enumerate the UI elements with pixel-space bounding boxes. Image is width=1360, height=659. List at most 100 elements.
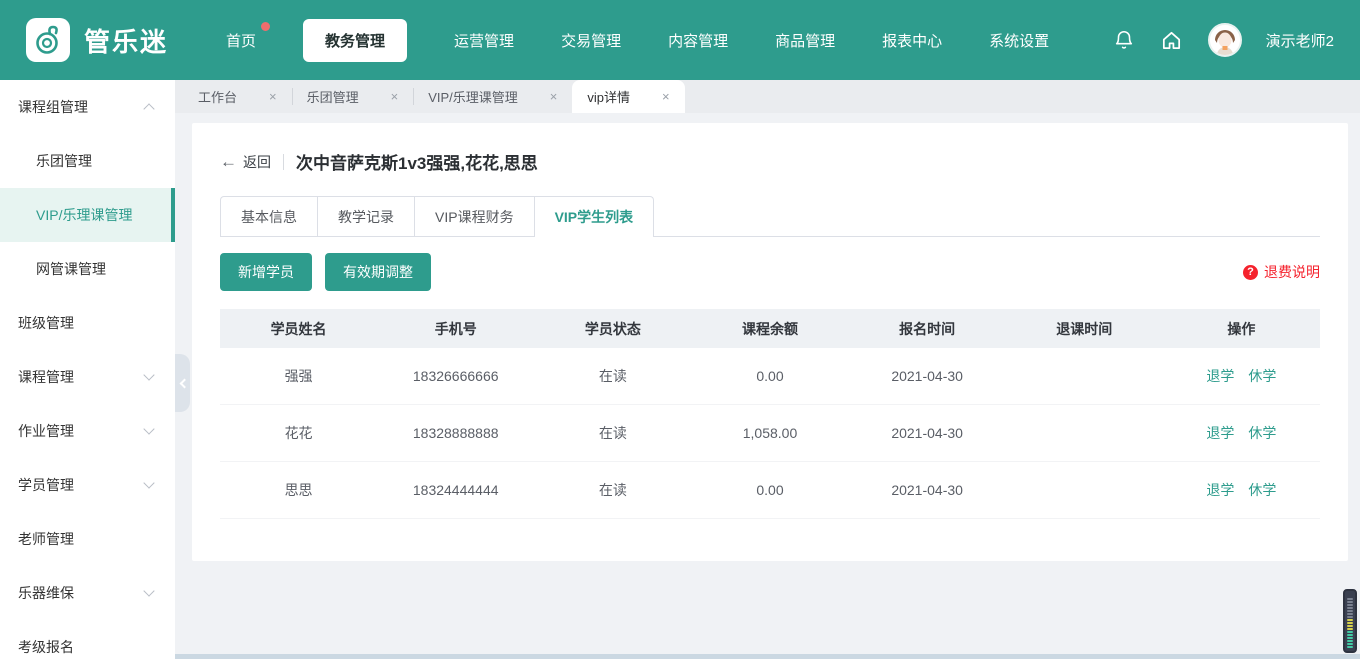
drop-out-link[interactable]: 退学 [1206,480,1234,500]
sidebar-item-course-mgmt[interactable]: 课程管理 [0,350,175,404]
tab-label: 工作台 [198,87,237,106]
sidebar-item-class-mgmt[interactable]: 班级管理 [0,296,175,350]
sidebar-item-vip-theory-mgmt[interactable]: VIP/乐理课管理 [0,188,175,242]
cell-status: 在读 [534,480,691,500]
question-icon: ? [1243,265,1258,280]
tuba-logo-icon [31,23,65,57]
cell-status: 在读 [534,366,691,386]
user-name[interactable]: 演示老师2 [1266,30,1334,51]
cell-enroll-date: 2021-04-30 [849,482,1006,498]
refund-policy-label: 退费说明 [1264,262,1320,282]
app-logo[interactable] [26,18,70,62]
table-header: 学员姓名 手机号 学员状态 课程余额 报名时间 退课时间 操作 [220,309,1320,348]
drop-out-link[interactable]: 退学 [1206,423,1234,443]
sidebar-item-label: 乐器维保 [18,583,74,603]
chevron-down-icon [143,477,154,488]
toolbar: 新增学员 有效期调整 ? 退费说明 [220,253,1320,291]
close-icon[interactable]: × [269,89,277,104]
tab-vip-course-finance[interactable]: VIP课程财务 [415,196,535,236]
cell-student-name: 思思 [220,480,377,500]
audio-level-meter [1343,589,1357,653]
nav-item-reports[interactable]: 报表中心 [882,30,942,51]
nav-item-content[interactable]: 内容管理 [668,30,728,51]
suspend-link[interactable]: 休学 [1248,423,1276,443]
sidebar-item-homework-mgmt[interactable]: 作业管理 [0,404,175,458]
sidebar-item-exam-registration[interactable]: 考级报名 [0,620,175,659]
nav-item-settings[interactable]: 系统设置 [989,30,1049,51]
nav-item-academic-admin[interactable]: 教务管理 [303,19,407,62]
tab-vip-detail[interactable]: vip详情 × [572,80,684,113]
cell-balance: 0.00 [691,482,848,498]
main-content: ← 返回 次中音萨克斯1v3强强,花花,思思 基本信息 教学记录 VIP课程财务… [175,113,1360,659]
adjust-validity-button[interactable]: 有效期调整 [325,253,431,291]
cell-actions: 退学 休学 [1163,480,1320,500]
cell-student-name: 强强 [220,366,377,386]
back-arrow-icon: ← [220,152,237,172]
cell-actions: 退学 休学 [1163,366,1320,386]
brand-name: 管乐迷 [84,22,168,59]
suspend-link[interactable]: 休学 [1248,366,1276,386]
divider [283,154,284,170]
suspend-link[interactable]: 休学 [1248,480,1276,500]
toolbar-buttons: 新增学员 有效期调整 [220,253,431,291]
sidebar-item-label: 作业管理 [18,421,74,441]
drop-out-link[interactable]: 退学 [1206,366,1234,386]
col-balance: 课程余额 [691,319,848,339]
sidebar-item-teacher-mgmt[interactable]: 老师管理 [0,512,175,566]
cell-balance: 1,058.00 [691,425,848,441]
tab-label: 乐团管理 [307,87,359,106]
sidebar-item-label: 学员管理 [18,475,74,495]
user-avatar[interactable] [1208,23,1242,57]
tab-vip-theory-mgmt[interactable]: VIP/乐理课管理 × [413,80,572,113]
main-nav: 首页 教务管理 运营管理 交易管理 内容管理 商品管理 报表中心 系统设置 [226,19,1049,62]
nav-item-label: 首页 [226,33,256,50]
nav-item-operations[interactable]: 运营管理 [454,30,514,51]
notification-dot [261,22,270,31]
sidebar-item-student-mgmt[interactable]: 学员管理 [0,458,175,512]
sidebar-item-course-groups[interactable]: 课程组管理 [0,80,175,134]
cell-student-name: 花花 [220,423,377,443]
open-tabs-bar: 工作台 × 乐团管理 × VIP/乐理课管理 × vip详情 × [175,80,1360,113]
col-status: 学员状态 [534,319,691,339]
tab-vip-student-list[interactable]: VIP学生列表 [535,196,655,236]
sidebar-item-online-course-mgmt[interactable]: 网管课管理 [0,242,175,296]
cell-enroll-date: 2021-04-30 [849,368,1006,384]
chevron-down-icon [143,585,154,596]
cell-enroll-date: 2021-04-30 [849,425,1006,441]
tab-band-mgmt[interactable]: 乐团管理 × [292,80,414,113]
detail-tabs: 基本信息 教学记录 VIP课程财务 VIP学生列表 [220,196,1320,237]
col-quit-date: 退课时间 [1006,319,1163,339]
close-icon[interactable]: × [391,89,399,104]
col-enroll-date: 报名时间 [849,319,1006,339]
home-icon[interactable] [1160,28,1184,52]
refund-policy-link[interactable]: ? 退费说明 [1243,262,1320,282]
cell-phone: 18328888888 [377,425,534,441]
sidebar-item-instrument-maintenance[interactable]: 乐器维保 [0,566,175,620]
chevron-down-icon [143,369,154,380]
tab-basic-info[interactable]: 基本信息 [220,196,318,236]
chevron-down-icon [143,423,154,434]
horizontal-scrollbar[interactable] [0,654,1360,659]
close-icon[interactable]: × [662,89,670,104]
cell-phone: 18324444444 [377,482,534,498]
back-button[interactable]: ← 返回 [220,152,271,172]
chevron-up-icon [143,103,154,114]
sidebar-item-band-mgmt[interactable]: 乐团管理 [0,134,175,188]
bell-icon[interactable] [1112,28,1136,52]
cell-actions: 退学 休学 [1163,423,1320,443]
detail-header: ← 返回 次中音萨克斯1v3强强,花花,思思 [220,149,1320,174]
detail-card: ← 返回 次中音萨克斯1v3强强,花花,思思 基本信息 教学记录 VIP课程财务… [192,123,1348,561]
nav-item-transactions[interactable]: 交易管理 [561,30,621,51]
tab-teaching-records[interactable]: 教学记录 [318,196,415,236]
sidebar-collapse-handle[interactable] [175,354,190,412]
nav-item-products[interactable]: 商品管理 [775,30,835,51]
col-actions: 操作 [1163,319,1320,339]
col-student-name: 学员姓名 [220,319,377,339]
add-student-button[interactable]: 新增学员 [220,253,312,291]
nav-item-home[interactable]: 首页 [226,30,256,51]
table-row: 思思 18324444444 在读 0.00 2021-04-30 退学 休学 [220,462,1320,519]
tab-workbench[interactable]: 工作台 × [183,80,292,113]
tab-label: vip详情 [587,87,630,106]
close-icon[interactable]: × [550,89,558,104]
navbar-right: 演示老师2 [1112,23,1334,57]
